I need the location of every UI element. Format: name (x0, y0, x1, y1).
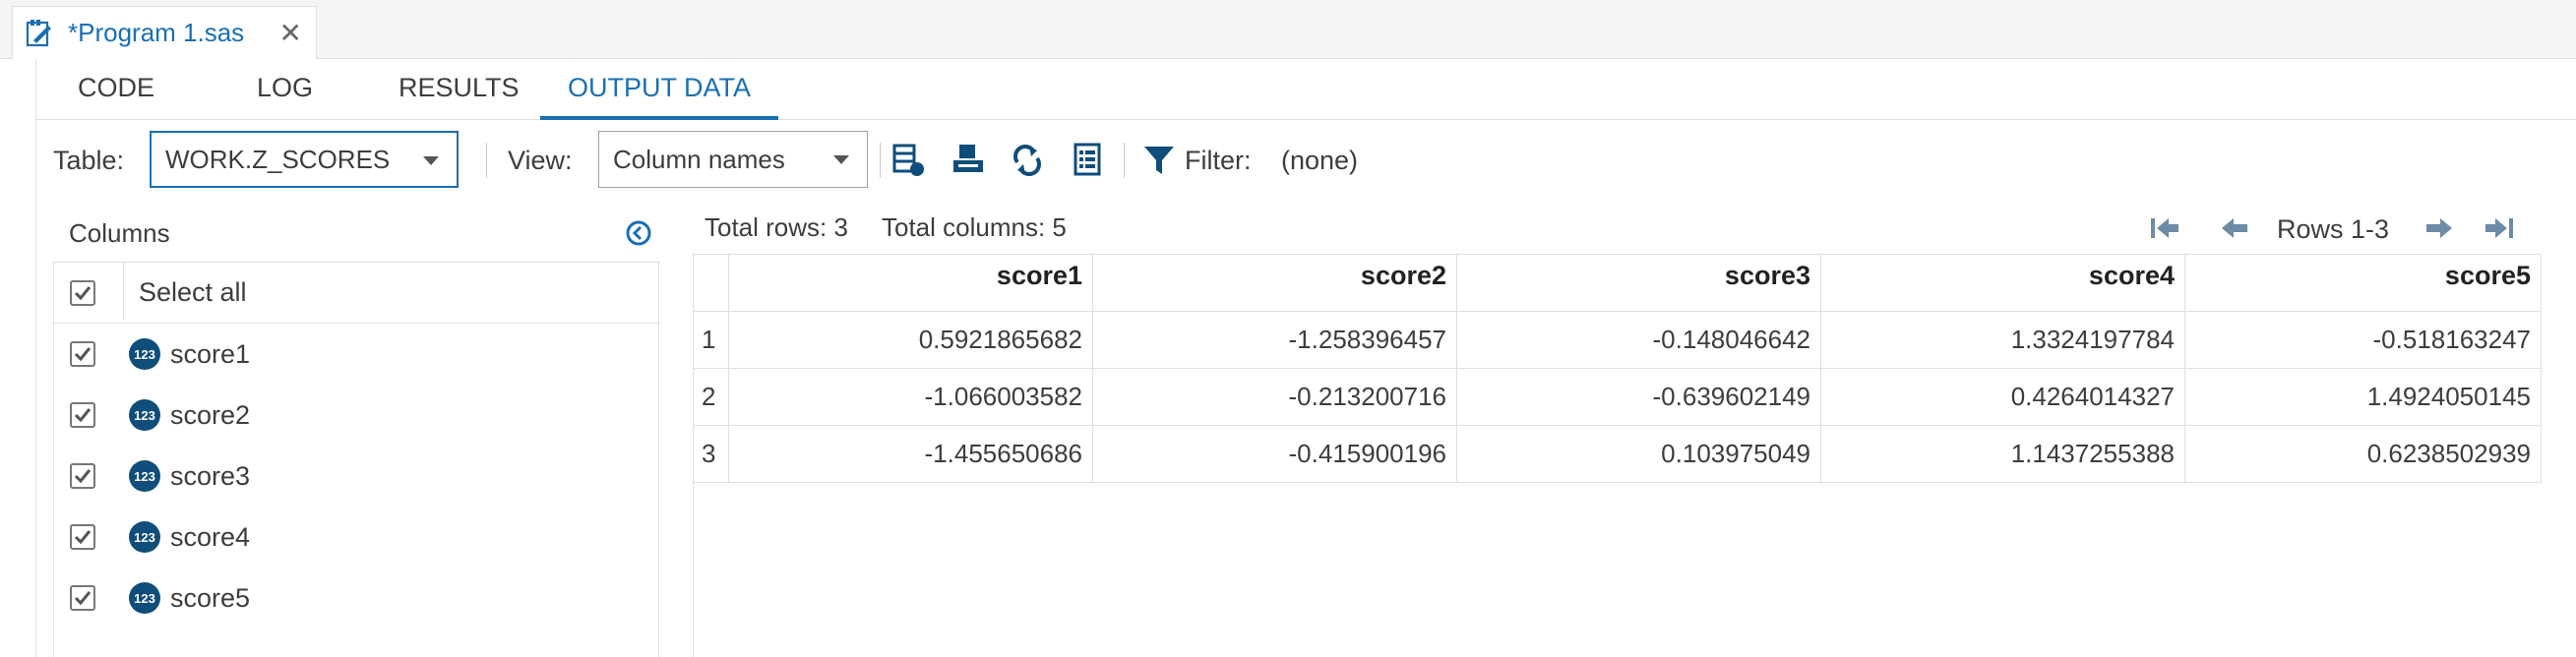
column-header[interactable]: score1 (729, 255, 1093, 312)
data-grid: score1 score2 score3 score4 score5 1 0.5… (693, 254, 2542, 657)
table-select-value: WORK.Z_SCORES (165, 144, 391, 174)
table-cell[interactable]: -0.213200716 (1093, 369, 1457, 426)
program-file-icon (26, 19, 51, 46)
column-name: score2 (170, 399, 251, 430)
columns-panel: Columns Select all 123 score1 123 score2… (53, 203, 659, 657)
table-cell[interactable]: 1.3324197784 (1821, 312, 2185, 369)
columns-panel-title: Columns (69, 218, 170, 248)
table-cell[interactable]: -1.258396457 (1093, 312, 1457, 369)
view-tab-strip: CODE LOG RESULTS OUTPUT DATA (36, 59, 2576, 120)
row-number-header (694, 255, 729, 312)
tab-results[interactable]: RESULTS (399, 73, 520, 120)
table-cell[interactable]: 1.1437255388 (1821, 426, 2185, 483)
collapse-panel-icon[interactable] (624, 218, 653, 248)
header-divider (123, 263, 124, 320)
column-checkbox[interactable] (70, 463, 95, 489)
row-number: 3 (694, 426, 729, 483)
column-item[interactable]: 123 score3 (54, 446, 658, 507)
tab-output-data[interactable]: OUTPUT DATA (539, 73, 779, 120)
numeric-type-icon: 123 (129, 399, 160, 431)
column-item[interactable]: 123 score5 (54, 567, 658, 628)
table-cell[interactable]: -1.455650686 (729, 426, 1093, 483)
close-tab-icon[interactable]: ✕ (279, 17, 302, 49)
table-cell[interactable]: 0.5921865682 (729, 312, 1093, 369)
toolbar-divider (880, 143, 881, 178)
last-page-icon[interactable] (2482, 212, 2517, 244)
chevron-down-icon (833, 155, 849, 164)
column-list-icon[interactable] (1071, 143, 1106, 178)
table-cell[interactable]: 0.103975049 (1457, 426, 1821, 483)
filter-icon[interactable] (1141, 143, 1177, 178)
tab-log[interactable]: LOG (257, 73, 313, 120)
table-cell[interactable]: -0.148046642 (1457, 312, 1821, 369)
column-header[interactable]: score2 (1093, 255, 1457, 312)
file-tab-bar: *Program 1.sas ✕ (0, 0, 2576, 59)
select-all-checkbox[interactable] (70, 279, 95, 306)
table-cell[interactable]: -0.415900196 (1093, 426, 1457, 483)
first-page-icon[interactable] (2147, 212, 2182, 244)
numeric-type-icon: 123 (129, 338, 160, 370)
row-number: 1 (694, 312, 729, 369)
column-name: score5 (170, 582, 251, 613)
column-name: score3 (170, 460, 251, 491)
chevron-down-icon (423, 156, 439, 165)
column-item[interactable]: 123 score4 (54, 507, 658, 567)
numeric-type-icon: 123 (129, 582, 160, 614)
export-icon[interactable] (951, 143, 986, 178)
column-checkbox[interactable] (70, 585, 95, 611)
column-header[interactable]: score3 (1457, 255, 1821, 312)
total-rows-label: Total rows: 3 (705, 212, 848, 242)
column-name: score4 (170, 521, 251, 552)
program-file-tab[interactable]: *Program 1.sas ✕ (12, 6, 317, 59)
row-number: 2 (694, 369, 729, 426)
table-properties-icon[interactable] (891, 143, 927, 178)
column-list: Select all 123 score1 123 score2 123 sco… (53, 262, 659, 657)
filter-value: (none) (1281, 146, 1359, 175)
select-all-row[interactable]: Select all (54, 263, 658, 324)
column-name: score1 (170, 338, 251, 369)
refresh-icon[interactable] (1010, 143, 1045, 178)
column-checkbox[interactable] (70, 341, 95, 367)
table-select[interactable]: WORK.Z_SCORES (150, 131, 459, 188)
rows-range-label: Rows 1-3 (2277, 214, 2390, 244)
column-header[interactable]: score4 (1821, 255, 2185, 312)
toolbar-divider (1124, 143, 1125, 178)
program-tab-title: *Program 1.sas (68, 18, 245, 47)
select-all-label: Select all (139, 277, 247, 307)
column-item[interactable]: 123 score2 (54, 385, 658, 446)
filter-label: Filter: (1185, 146, 1252, 175)
table-cell[interactable]: 0.6238502939 (2185, 426, 2542, 483)
numeric-type-icon: 123 (129, 521, 160, 553)
column-item[interactable]: 123 score1 (54, 324, 658, 385)
table-cell[interactable]: -0.639602149 (1457, 369, 1821, 426)
view-label: View: (508, 146, 573, 175)
table-cell[interactable]: 0.4264014327 (1821, 369, 2185, 426)
view-select[interactable]: Column names (598, 131, 868, 188)
table-label: Table: (53, 146, 125, 175)
numeric-type-icon: 123 (129, 460, 160, 492)
column-checkbox[interactable] (70, 524, 95, 550)
next-page-icon[interactable] (2421, 212, 2456, 244)
table-cell[interactable]: -0.518163247 (2185, 312, 2542, 369)
previous-page-icon[interactable] (2218, 212, 2253, 244)
view-select-value: Column names (613, 144, 785, 174)
total-columns-label: Total columns: 5 (882, 212, 1067, 242)
table-cell[interactable]: 1.4924050145 (2185, 369, 2542, 426)
table-cell[interactable]: -1.066003582 (729, 369, 1093, 426)
column-checkbox[interactable] (70, 402, 95, 428)
toolbar-divider (486, 143, 487, 178)
column-header[interactable]: score5 (2185, 255, 2542, 312)
tab-code[interactable]: CODE (78, 73, 154, 120)
